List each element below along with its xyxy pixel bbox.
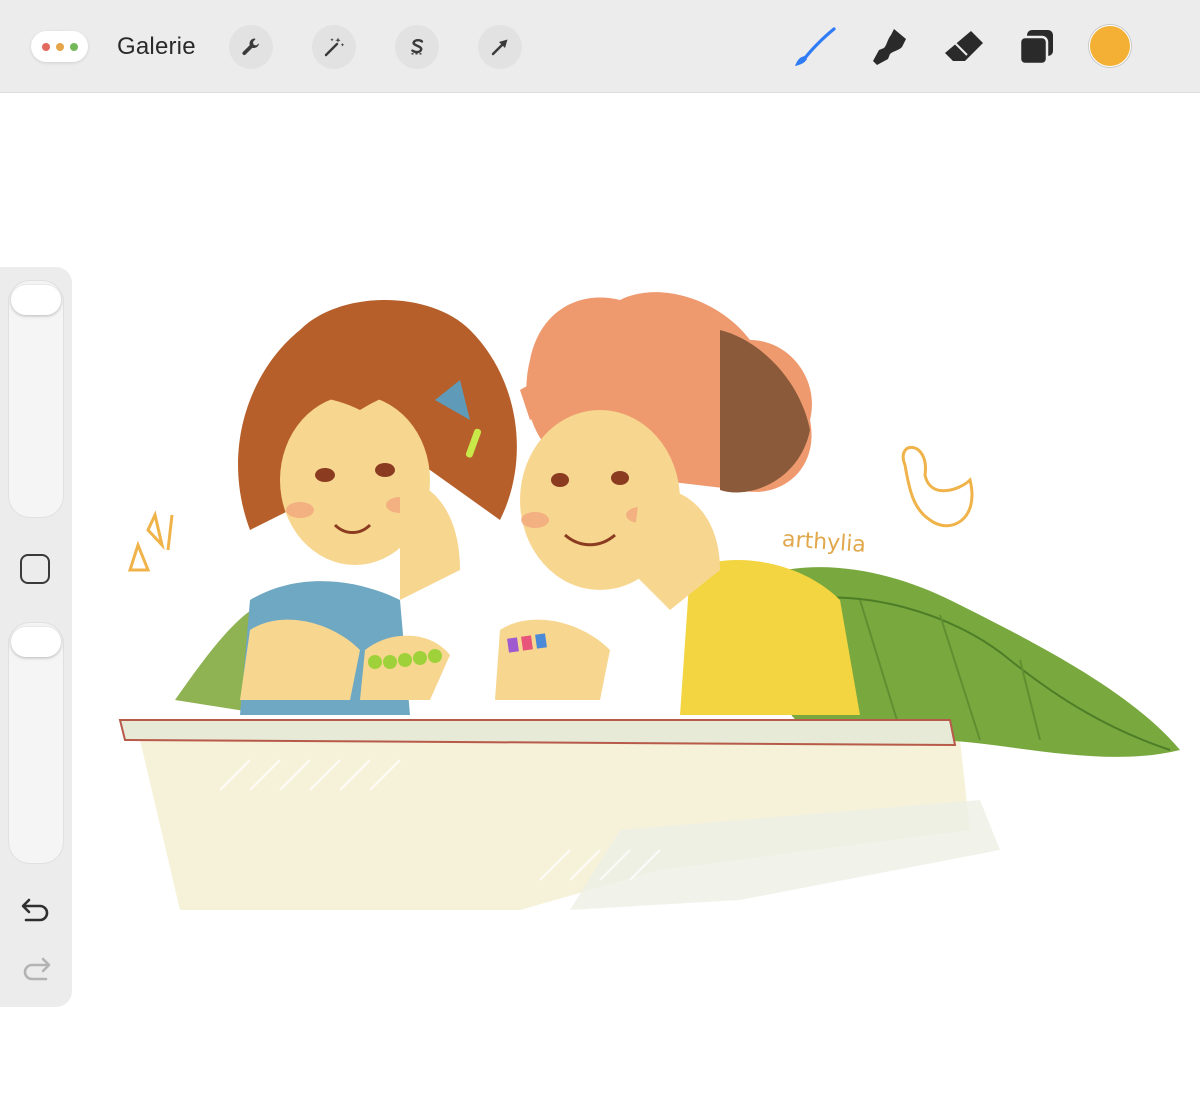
heart-doodle — [901, 446, 974, 528]
eraser-tool-button[interactable] — [943, 25, 983, 69]
redo-button[interactable] — [20, 955, 52, 990]
brush-tool-button[interactable] — [794, 25, 836, 69]
green-dot-icon — [70, 43, 78, 51]
boy-figure — [495, 292, 860, 715]
adjustments-button[interactable] — [312, 25, 356, 69]
smudge-icon — [873, 29, 906, 65]
transform-button[interactable] — [478, 25, 522, 69]
sparkle-doodle — [127, 510, 174, 572]
opacity-slider-thumb[interactable] — [11, 627, 61, 658]
canvas-artwork[interactable] — [100, 270, 1200, 950]
red-dot-icon — [42, 43, 50, 51]
smudge-tool-button[interactable] — [868, 25, 908, 69]
opacity-slider[interactable] — [8, 622, 64, 864]
magic-wand-icon — [324, 37, 345, 57]
brush-icon — [795, 27, 836, 66]
girl-figure — [238, 300, 517, 715]
orange-dot-icon — [56, 43, 64, 51]
eraser-icon — [945, 31, 983, 61]
undo-icon — [21, 898, 49, 922]
undo-button[interactable] — [20, 896, 52, 931]
color-picker-button[interactable] — [1089, 25, 1131, 67]
layers-button[interactable] — [1017, 25, 1057, 69]
gallery-button[interactable]: Galerie — [117, 33, 196, 61]
redo-icon — [23, 957, 51, 981]
layers-icon — [1018, 30, 1053, 66]
transform-arrow-icon — [491, 39, 508, 56]
top-toolbar: Galerie — [0, 0, 1200, 93]
table-shadow — [140, 740, 1000, 910]
window-controls-button[interactable] — [31, 31, 88, 62]
table-edge — [118, 719, 957, 747]
selection-button[interactable] — [395, 25, 439, 69]
modify-button[interactable] — [20, 554, 50, 584]
actions-button[interactable] — [229, 25, 273, 69]
selection-icon — [411, 38, 424, 55]
left-sidebar — [0, 267, 72, 1007]
wrench-icon — [242, 38, 259, 56]
brush-size-slider-thumb[interactable] — [11, 285, 61, 316]
brush-size-slider[interactable] — [8, 280, 64, 518]
